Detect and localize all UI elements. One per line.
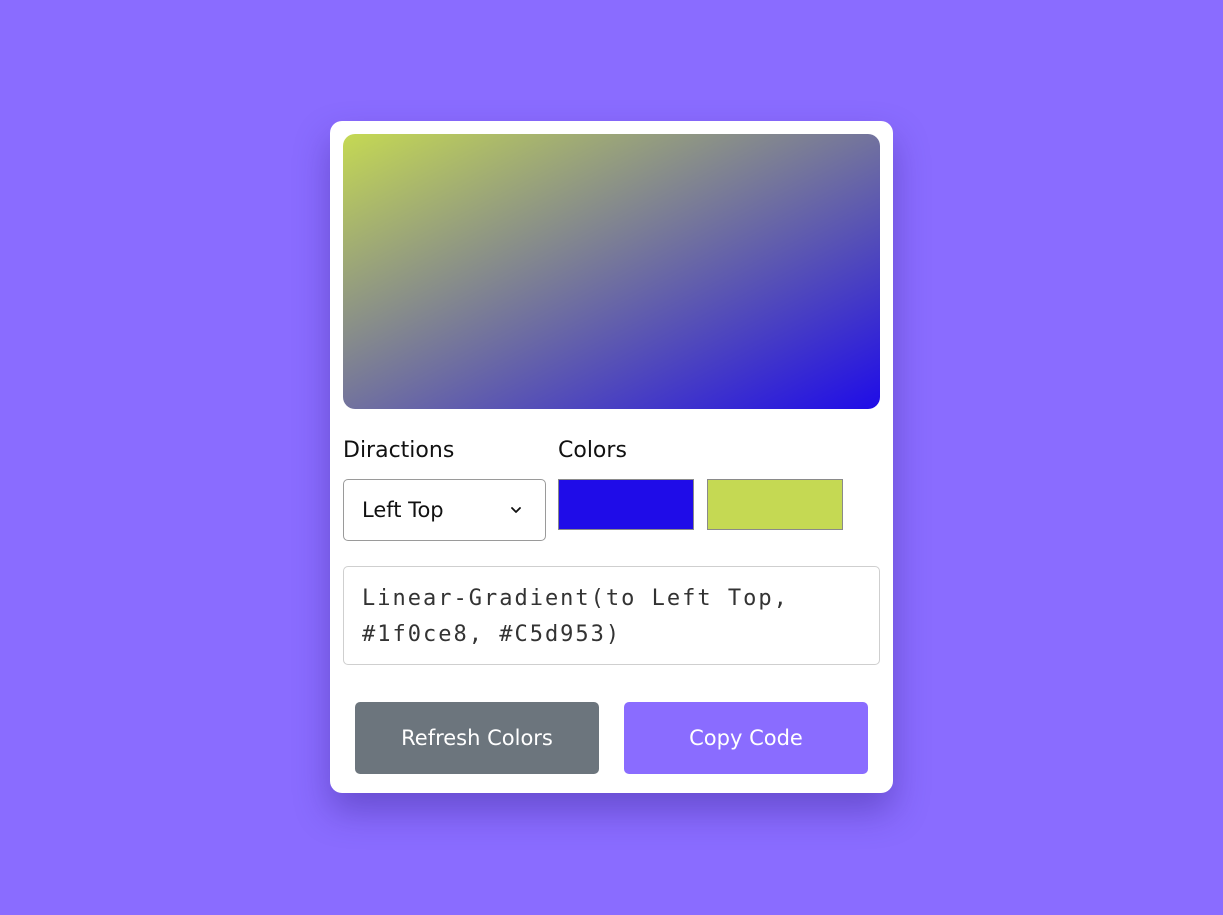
color-picker-2[interactable]	[707, 479, 843, 530]
chevron-down-icon	[511, 507, 521, 513]
direction-select-value: Left Top	[362, 498, 444, 522]
gradient-generator-card: Diractions Colors Left Top Linear-Gradie…	[330, 121, 893, 793]
refresh-colors-button[interactable]: Refresh Colors	[355, 702, 599, 774]
color-picker-1[interactable]	[558, 479, 694, 530]
directions-label: Diractions	[343, 438, 455, 463]
colors-label: Colors	[558, 438, 627, 463]
css-code-output[interactable]: Linear-Gradient(to Left Top, #1f0ce8, #C…	[343, 566, 880, 665]
copy-code-button[interactable]: Copy Code	[624, 702, 868, 774]
direction-select[interactable]: Left Top	[343, 479, 546, 541]
gradient-preview	[343, 134, 880, 409]
